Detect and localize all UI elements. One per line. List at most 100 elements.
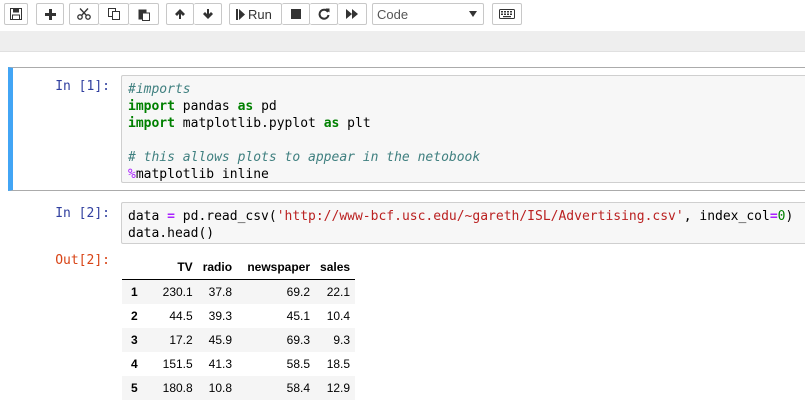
code-token: , index_col bbox=[683, 209, 770, 224]
code-line: data = pd.read_csv('http://www-bcf.usc.e… bbox=[128, 208, 793, 225]
code-line: import pandas as pd bbox=[128, 98, 480, 115]
table-row: 2 44.5 39.3 45.1 10.4 bbox=[122, 304, 355, 328]
table-cell: 45.9 bbox=[208, 333, 233, 347]
notebook-toolbar: Run Code bbox=[0, 0, 805, 31]
table-row: 4 151.5 41.3 58.5 18.5 bbox=[122, 352, 355, 376]
table-cell: 69.3 bbox=[286, 333, 311, 347]
code-token: matplotlib.pyplot bbox=[174, 116, 324, 131]
code-token: pandas bbox=[174, 99, 238, 114]
row-index: 5 bbox=[131, 381, 138, 395]
table-cell: 39.3 bbox=[208, 309, 233, 323]
save-icon bbox=[10, 8, 22, 20]
run-all-button[interactable] bbox=[338, 3, 367, 25]
table-cell: 10.8 bbox=[208, 381, 233, 395]
column-header: sales bbox=[315, 255, 356, 280]
table-cell: 18.5 bbox=[326, 357, 351, 371]
column-header: radio bbox=[197, 255, 238, 280]
code-line: data.head() bbox=[128, 225, 793, 242]
run-label: Run bbox=[248, 6, 272, 22]
row-index: 4 bbox=[131, 357, 138, 371]
toolbar-separator bbox=[0, 31, 805, 52]
paste-button[interactable] bbox=[129, 3, 159, 25]
code-input-area[interactable]: #imports import pandas as pd import matplo… bbox=[121, 75, 805, 183]
code-token: as bbox=[323, 116, 340, 131]
row-index: 1 bbox=[131, 285, 138, 299]
code-token: % bbox=[128, 167, 136, 182]
copy-icon bbox=[107, 8, 120, 20]
table-cell: 58.4 bbox=[286, 381, 311, 395]
save-button[interactable] bbox=[4, 3, 28, 25]
cut-icon bbox=[77, 8, 91, 20]
table-cell: 12.9 bbox=[326, 381, 351, 395]
code-line: # this allows plots to appear in the net… bbox=[128, 149, 480, 166]
arrow-down-icon bbox=[202, 9, 213, 19]
table-cell: 69.2 bbox=[286, 285, 311, 299]
table-header-row: TV radio newspaper sales bbox=[122, 255, 356, 280]
output-prompt: Out[2]: bbox=[55, 253, 110, 268]
code-token: = bbox=[167, 209, 175, 224]
code-line: #imports bbox=[128, 81, 480, 98]
table-row: 5 180.8 10.8 58.4 12.9 bbox=[122, 376, 356, 400]
dataframe-output: TV radio newspaper sales 1 230.1 37.8 69.2 2… bbox=[122, 255, 356, 400]
interrupt-kernel-button[interactable] bbox=[282, 3, 310, 25]
row-index: 2 bbox=[131, 309, 138, 323]
table-cell: 37.8 bbox=[208, 285, 233, 299]
table-row: 1 230.1 37.8 69.2 22.1 bbox=[122, 279, 356, 304]
dropdown-arrow-icon bbox=[469, 11, 477, 17]
keyboard-icon bbox=[499, 9, 515, 19]
table-cell: 17.2 bbox=[169, 333, 193, 347]
code-token: data.head() bbox=[128, 226, 215, 241]
insert-cell-button[interactable] bbox=[36, 3, 64, 25]
cell-type-select[interactable]: Code bbox=[372, 3, 484, 25]
move-up-button[interactable] bbox=[166, 3, 194, 25]
code-editor[interactable]: data = pd.read_csv('http://www-bcf.usc.e… bbox=[128, 208, 793, 242]
restart-kernel-button[interactable] bbox=[310, 3, 338, 25]
code-token: ) bbox=[785, 209, 794, 224]
code-token: import bbox=[128, 116, 175, 131]
cut-button[interactable] bbox=[69, 3, 99, 25]
code-input-area[interactable]: data = pd.read_csv('http://www-bcf.usc.e… bbox=[121, 202, 805, 244]
input-prompt: In [1]: bbox=[55, 79, 110, 94]
table-cell: 22.1 bbox=[326, 285, 351, 299]
code-token: data bbox=[128, 209, 168, 224]
notebook-container: In [1]: #imports import pandas as pd impor… bbox=[0, 52, 805, 416]
code-editor[interactable]: #imports import pandas as pd import matplo… bbox=[128, 81, 480, 183]
table-cell: 58.5 bbox=[286, 357, 311, 371]
column-header bbox=[122, 255, 143, 280]
code-token: import bbox=[128, 99, 175, 114]
table-cell: 45.1 bbox=[286, 309, 311, 323]
input-prompt: In [2]: bbox=[55, 206, 110, 221]
step-run-icon bbox=[236, 8, 245, 20]
column-header: newspaper bbox=[237, 255, 316, 280]
plus-icon bbox=[44, 8, 56, 20]
stop-icon bbox=[290, 9, 301, 19]
move-down-button[interactable] bbox=[194, 3, 222, 25]
run-button[interactable]: Run bbox=[229, 3, 282, 25]
code-token: matplotlib inline bbox=[135, 167, 269, 182]
table-cell: 230.1 bbox=[162, 285, 193, 299]
code-token: # this allows plots to appear in the net… bbox=[128, 150, 481, 165]
code-token: as bbox=[237, 99, 254, 114]
table-cell: 180.8 bbox=[162, 381, 193, 395]
copy-button[interactable] bbox=[99, 3, 129, 25]
code-token: pd bbox=[253, 99, 277, 114]
cell-type-value: Code bbox=[377, 6, 409, 22]
column-header: TV bbox=[142, 255, 198, 280]
code-token: = bbox=[769, 209, 778, 224]
row-index: 3 bbox=[131, 333, 138, 347]
table-cell: 41.3 bbox=[208, 357, 233, 371]
code-line: %matplotlib inline bbox=[128, 166, 480, 183]
code-token: 'http://www-bcf.usc.edu/~gareth/ISL/Adve… bbox=[276, 209, 684, 224]
table-cell: 10.4 bbox=[326, 309, 351, 323]
code-token: pd.read_csv( bbox=[174, 209, 277, 224]
restart-icon bbox=[318, 8, 329, 20]
table-cell: 151.5 bbox=[162, 357, 193, 371]
fast-forward-icon bbox=[345, 9, 358, 19]
code-token: #imports bbox=[128, 82, 191, 97]
paste-icon bbox=[138, 9, 150, 21]
command-palette-button[interactable] bbox=[492, 3, 522, 25]
table-cell: 9.3 bbox=[333, 333, 351, 347]
table-row: 3 17.2 45.9 69.3 9.3 bbox=[122, 328, 356, 352]
code-token: plt bbox=[339, 116, 371, 131]
